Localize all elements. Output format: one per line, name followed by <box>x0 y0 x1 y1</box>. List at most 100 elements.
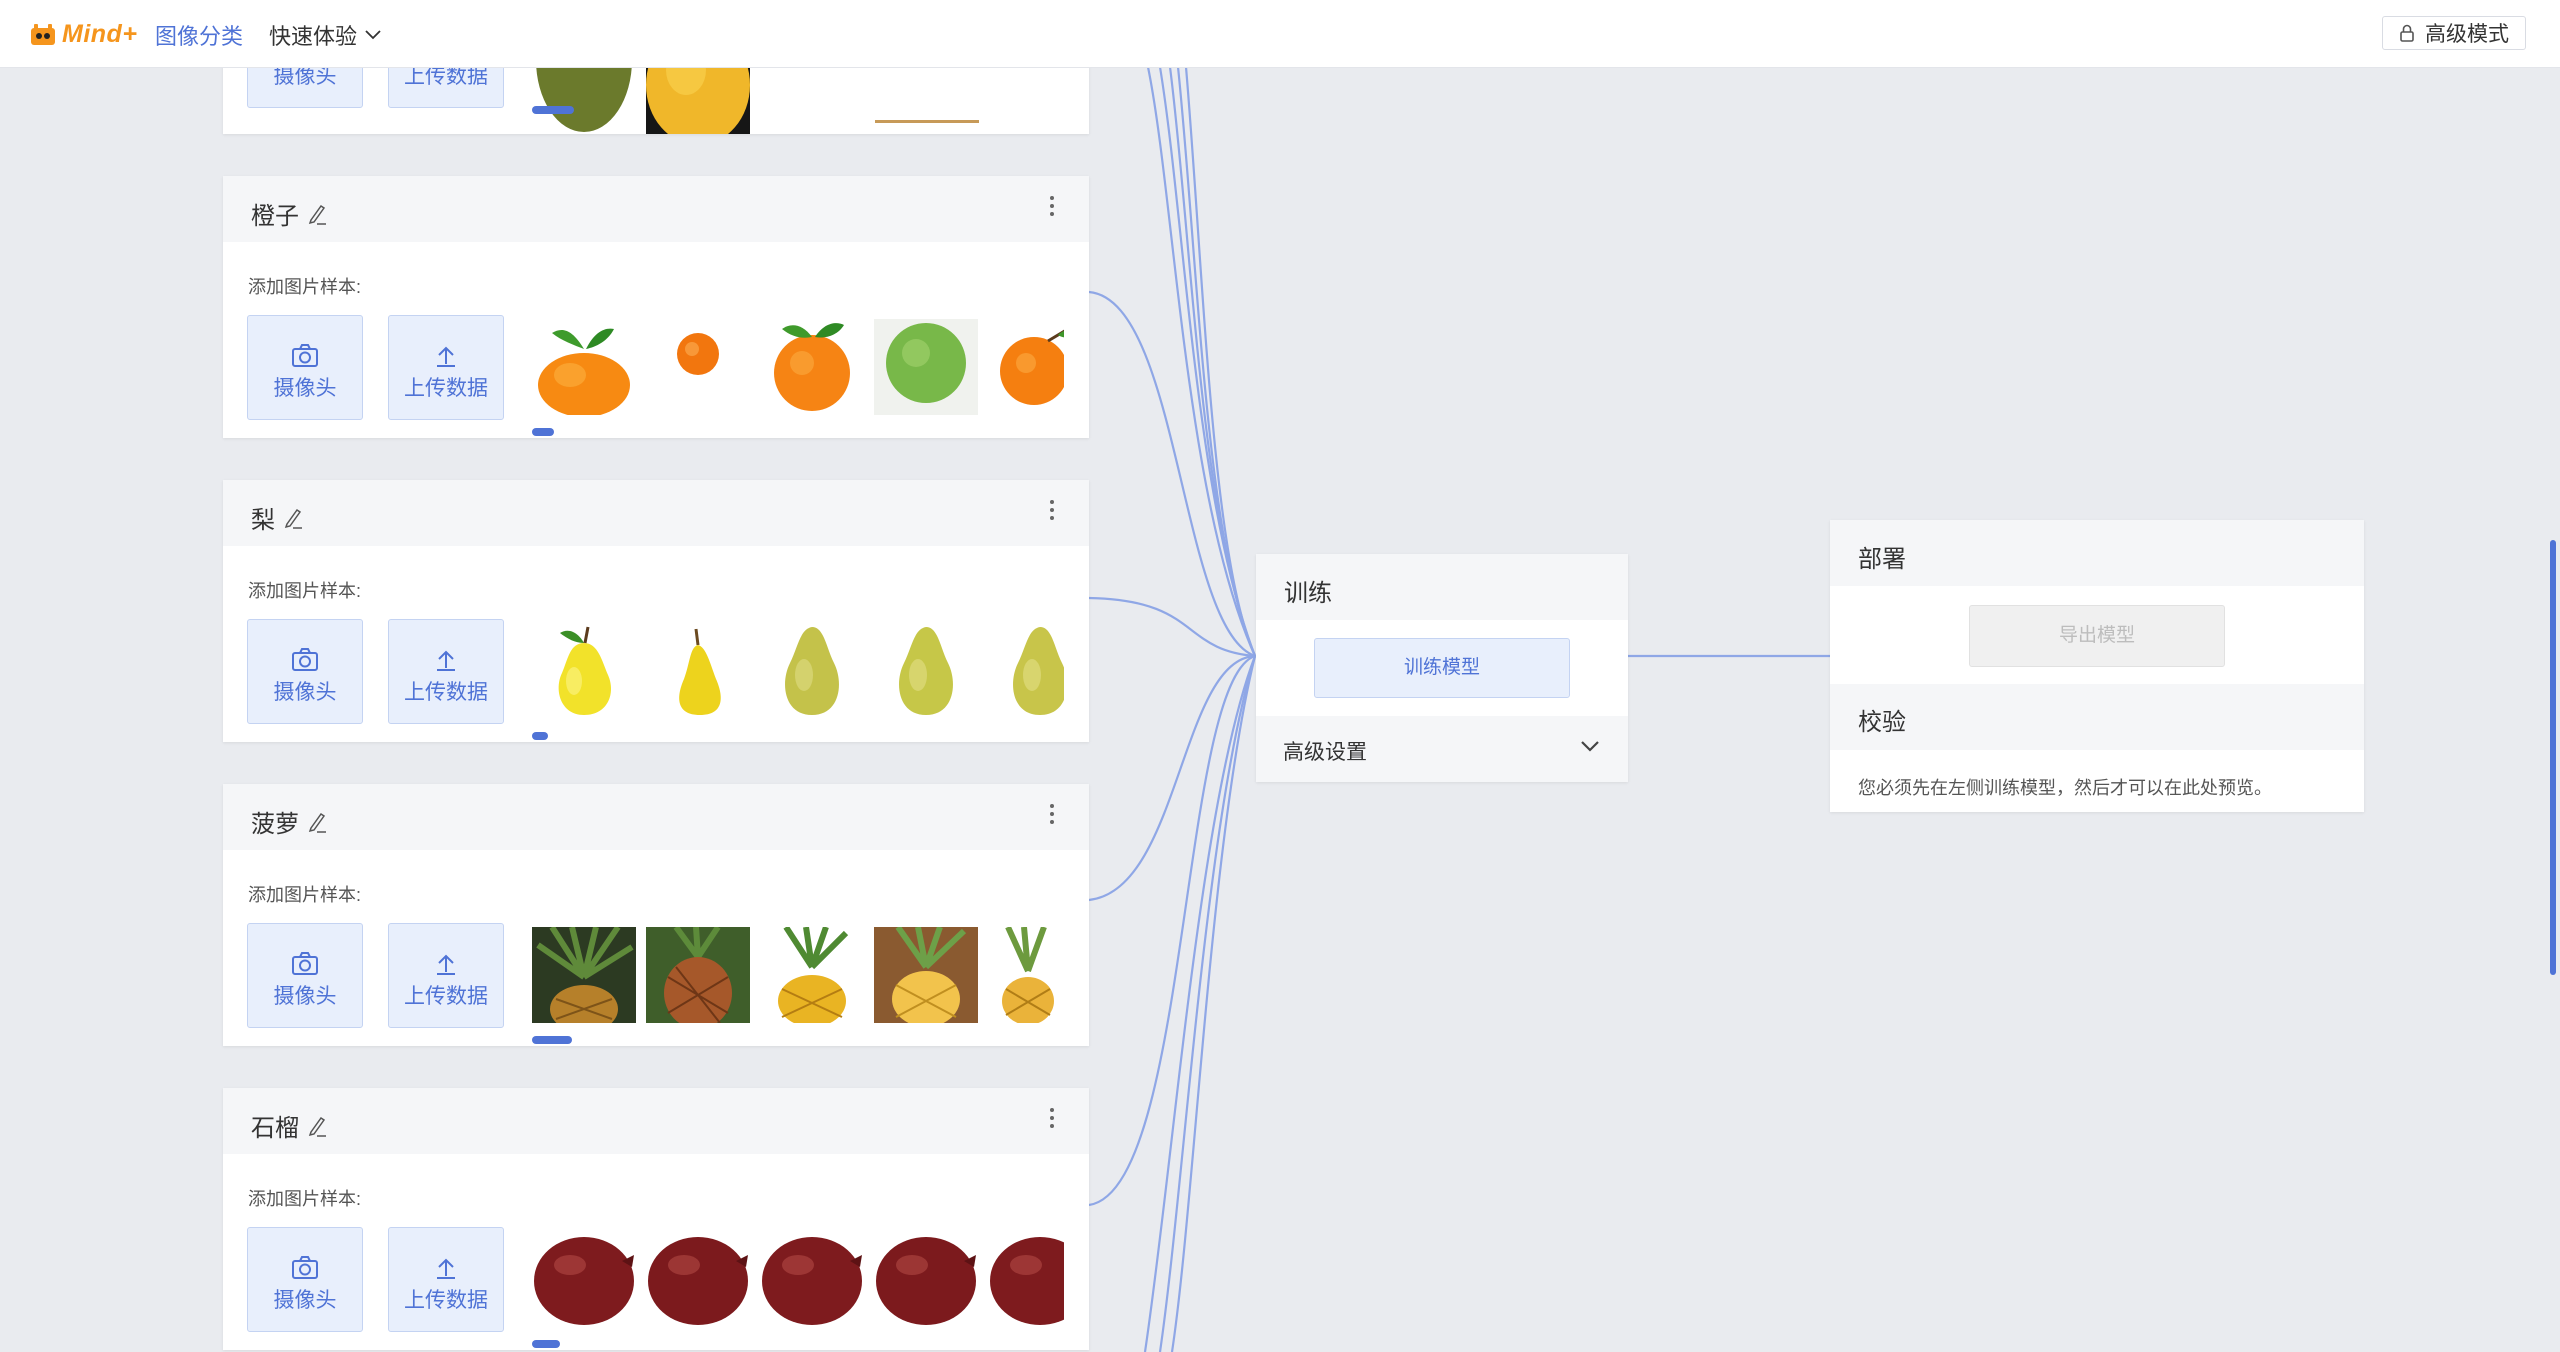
verify-title: 校验 <box>1858 709 1906 736</box>
sample-thumbnail[interactable] <box>532 1231 636 1327</box>
upload-label: 上传数据 <box>404 681 488 704</box>
camera-icon <box>292 1256 318 1279</box>
camera-icon <box>292 648 318 671</box>
sample-thumbnail[interactable] <box>874 927 978 1023</box>
camera-button[interactable]: 摄像头 <box>247 923 363 1028</box>
deploy-panel: 部署 导出模型 校验 您必须先在左侧训练模型，然后才可以在此处预览。 <box>1830 520 2364 812</box>
camera-label: 摄像头 <box>273 985 337 1008</box>
camera-label: 摄像头 <box>273 377 337 400</box>
class-card-header: 石榴 <box>223 1088 1089 1154</box>
sample-thumbnail[interactable] <box>988 1231 1064 1327</box>
class-card-header: 橙子 <box>223 176 1089 242</box>
advanced-mode-label: 高级模式 <box>2425 23 2509 46</box>
sample-thumbnail[interactable] <box>988 623 1064 719</box>
upload-label: 上传数据 <box>404 1289 488 1312</box>
nav-quick-experience-dropdown[interactable]: 快速体验 <box>269 19 381 51</box>
class-name[interactable]: 橙子 <box>251 196 299 231</box>
upload-button[interactable]: 上传数据 <box>388 923 504 1028</box>
more-options-icon[interactable] <box>1048 1108 1056 1132</box>
camera-button[interactable]: 摄像头 <box>247 1227 363 1332</box>
sample-thumbnail[interactable] <box>646 319 750 415</box>
class-name[interactable]: 石榴 <box>251 1108 299 1143</box>
nav-quick-experience-label: 快速体验 <box>269 24 358 49</box>
class-card-header: 梨 <box>223 480 1089 546</box>
class-title: 石榴 <box>251 1108 327 1143</box>
training-header: 训练 <box>1256 554 1628 620</box>
sample-thumbnail[interactable] <box>760 623 864 719</box>
class-card: 菠萝 添加图片样本: 摄像头 上传数据 <box>223 784 1089 1046</box>
edit-pencil-icon[interactable] <box>307 811 327 833</box>
page-scrollbar[interactable] <box>2550 540 2556 975</box>
class-card-header: 菠萝 <box>223 784 1089 850</box>
thumbnail-scrollbar[interactable] <box>532 1340 560 1348</box>
edit-pencil-icon[interactable] <box>283 507 303 529</box>
sample-thumbnail[interactable] <box>874 1231 978 1327</box>
sample-thumbnail[interactable] <box>532 623 636 719</box>
upload-icon <box>437 1258 455 1279</box>
advanced-mode-button[interactable]: 高级模式 <box>2382 16 2526 50</box>
class-name[interactable]: 梨 <box>251 500 275 535</box>
verify-header: 校验 <box>1830 684 2364 750</box>
camera-button[interactable]: 摄像头 <box>247 315 363 420</box>
class-card: 梨 添加图片样本: 摄像头 上传数据 <box>223 480 1089 742</box>
sample-thumbnail[interactable] <box>532 927 636 1023</box>
advanced-settings-label: 高级设置 <box>1283 741 1367 764</box>
edit-pencil-icon[interactable] <box>307 1115 327 1137</box>
sample-thumbnail[interactable] <box>646 927 750 1023</box>
sample-thumbnail[interactable] <box>874 319 978 415</box>
sample-thumbnail[interactable] <box>874 623 978 719</box>
sample-thumbnail[interactable] <box>760 1231 864 1327</box>
add-samples-label: 添加图片样本: <box>248 1189 362 1209</box>
camera-icon <box>292 344 318 367</box>
camera-icon <box>292 952 318 975</box>
training-title: 训练 <box>1284 580 1332 607</box>
sample-thumbnail[interactable] <box>988 319 1064 415</box>
deploy-header: 部署 <box>1830 520 2364 586</box>
thumbnail-scrollbar[interactable] <box>532 106 574 114</box>
add-samples-label: 添加图片样本: <box>248 581 362 601</box>
sample-thumbnail[interactable] <box>988 927 1064 1023</box>
class-card: 石榴 添加图片样本: 摄像头 上传数据 <box>223 1088 1089 1350</box>
camera-label: 摄像头 <box>273 1289 337 1312</box>
add-samples-label: 添加图片样本: <box>248 277 362 297</box>
mindplus-logo[interactable]: Mind+ <box>30 18 137 50</box>
upload-label: 上传数据 <box>404 65 488 88</box>
thumbnail-scrollbar[interactable] <box>532 732 548 740</box>
upload-button[interactable]: 上传数据 <box>388 315 504 420</box>
camera-button[interactable]: 摄像头 <box>247 619 363 724</box>
verify-hint: 您必须先在左侧训练模型，然后才可以在此处预览。 <box>1858 778 2272 798</box>
nav-image-classification[interactable]: 图像分类 <box>155 19 243 51</box>
thumbnail-scrollbar[interactable] <box>532 1036 572 1044</box>
sample-thumbnails <box>532 319 1064 415</box>
class-title: 菠萝 <box>251 804 327 839</box>
sample-thumbnail[interactable] <box>532 319 636 415</box>
sample-thumbnail[interactable] <box>760 319 864 415</box>
class-name[interactable]: 菠萝 <box>251 804 299 839</box>
camera-label: 摄像头 <box>273 681 337 704</box>
more-options-icon[interactable] <box>1048 500 1056 524</box>
chevron-down-icon <box>1581 741 1599 752</box>
advanced-settings-toggle[interactable]: 高级设置 <box>1256 716 1628 782</box>
class-title: 梨 <box>251 500 303 535</box>
deploy-title: 部署 <box>1858 546 1906 573</box>
sample-thumbnail[interactable] <box>646 1231 750 1327</box>
more-options-icon[interactable] <box>1048 804 1056 828</box>
upload-label: 上传数据 <box>404 377 488 400</box>
sample-thumbnail[interactable] <box>646 623 750 719</box>
export-model-button[interactable]: 导出模型 <box>1969 605 2225 667</box>
thumbnail-scrollbar[interactable] <box>532 428 554 436</box>
sample-thumbnail[interactable] <box>760 927 864 1023</box>
class-title: 橙子 <box>251 196 327 231</box>
more-options-icon[interactable] <box>1048 196 1056 220</box>
upload-button[interactable]: 上传数据 <box>388 619 504 724</box>
upload-icon <box>437 954 455 975</box>
upload-label: 上传数据 <box>404 985 488 1008</box>
top-bar: Mind+ 图像分类 快速体验 高级模式 <box>0 0 2560 68</box>
upload-button[interactable]: 上传数据 <box>388 1227 504 1332</box>
train-model-button[interactable]: 训练模型 <box>1314 638 1570 698</box>
edit-pencil-icon[interactable] <box>307 203 327 225</box>
sample-thumbnails <box>532 927 1064 1023</box>
chevron-down-icon <box>365 30 381 40</box>
sample-thumbnails <box>532 623 1064 719</box>
logo-mascot-icon <box>30 22 56 46</box>
